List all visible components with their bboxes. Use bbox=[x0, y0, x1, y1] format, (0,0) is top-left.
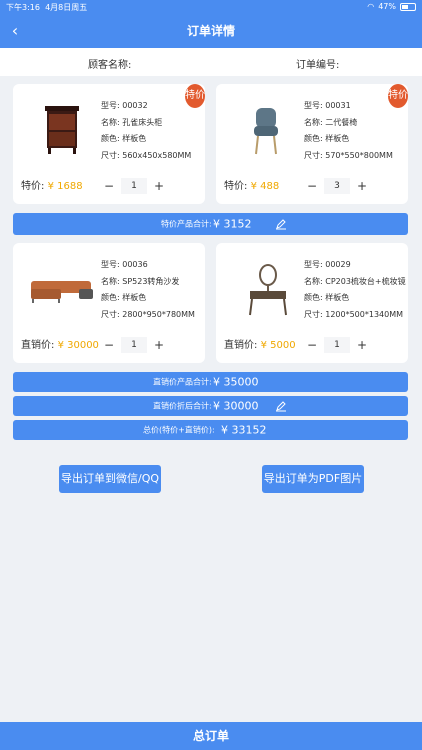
plus-button[interactable]: + bbox=[354, 337, 370, 353]
header: 下午3:16 4月8日周五 ◠ 47% ‹ 订单详情 bbox=[0, 0, 422, 48]
quantity-field[interactable]: 3 bbox=[324, 178, 350, 194]
minus-button[interactable]: − bbox=[304, 337, 320, 353]
battery-percent: 47% bbox=[378, 2, 396, 11]
special-total-bar: 特价产品合计: ¥ 3152 bbox=[13, 213, 408, 235]
plus-button[interactable]: + bbox=[354, 178, 370, 194]
quantity-stepper: − 1 + bbox=[304, 337, 370, 353]
status-bar: 下午3:16 4月8日周五 ◠ 47% bbox=[6, 2, 416, 14]
order-number-label: 订单编号: bbox=[296, 60, 340, 71]
product-price: 特价: ¥ 488 bbox=[224, 181, 280, 192]
product-card: 型号: 00032 名称: 孔雀床头柜 颜色: 样板色 尺寸: 560x450x… bbox=[13, 84, 205, 204]
dressing-table-image bbox=[249, 264, 287, 316]
product-price: 直销价: ¥ 30000 bbox=[21, 340, 99, 351]
quantity-field[interactable]: 1 bbox=[324, 337, 350, 353]
minus-button[interactable]: − bbox=[101, 337, 117, 353]
total-order-button[interactable]: 总订单 bbox=[0, 722, 422, 750]
status-time: 下午3:16 4月8日周五 bbox=[6, 3, 88, 12]
quantity-stepper: − 3 + bbox=[304, 178, 370, 194]
direct-total-bar: 直销价产品合计: ¥ 35000 bbox=[13, 372, 408, 392]
battery-icon bbox=[400, 2, 416, 11]
special-price-badge: 特价 bbox=[185, 84, 205, 108]
discount-total-bar: 直销价折后合计: ¥ 30000 bbox=[13, 396, 408, 416]
page-title: 订单详情 bbox=[186, 24, 235, 38]
product-card: 型号: 00036 名称: SP523转角沙发 颜色: 样板色 尺寸: 2800… bbox=[13, 243, 205, 363]
product-specs: 型号: 00029 名称: CP203梳妆台+梳妆镜 颜色: 样板色 尺寸: 1… bbox=[304, 260, 406, 319]
export-pdf-button[interactable]: 导出订单为PDF图片 bbox=[262, 465, 364, 493]
quantity-stepper: − 1 + bbox=[101, 178, 167, 194]
minus-button[interactable]: − bbox=[101, 178, 117, 194]
plus-button[interactable]: + bbox=[151, 178, 167, 194]
quantity-stepper: − 1 + bbox=[101, 337, 167, 353]
grand-total-bar: 总价(特价+直销价): ¥ 33152 bbox=[13, 420, 408, 440]
plus-button[interactable]: + bbox=[151, 337, 167, 353]
product-price: 特价: ¥ 1688 bbox=[21, 181, 83, 192]
product-price: 直销价: ¥ 5000 bbox=[224, 340, 296, 351]
bedside-cabinet-image bbox=[45, 106, 79, 154]
product-specs: 型号: 00036 名称: SP523转角沙发 颜色: 样板色 尺寸: 2800… bbox=[101, 260, 195, 319]
export-wechat-button[interactable]: 导出订单到微信/QQ bbox=[59, 465, 161, 493]
product-specs: 型号: 00031 名称: 二代餐椅 颜色: 样板色 尺寸: 570*550*8… bbox=[304, 101, 393, 160]
dining-chair-image bbox=[254, 108, 278, 155]
minus-button[interactable]: − bbox=[304, 178, 320, 194]
order-info-bar: 顾客名称: 订单编号: bbox=[0, 48, 422, 76]
product-card: 型号: 00031 名称: 二代餐椅 颜色: 样板色 尺寸: 570*550*8… bbox=[216, 84, 408, 204]
product-specs: 型号: 00032 名称: 孔雀床头柜 颜色: 样板色 尺寸: 560x450x… bbox=[101, 101, 192, 160]
corner-sofa-image bbox=[31, 281, 93, 303]
wifi-icon: ◠ bbox=[367, 2, 375, 11]
product-card: 型号: 00029 名称: CP203梳妆台+梳妆镜 颜色: 样板色 尺寸: 1… bbox=[216, 243, 408, 363]
edit-icon[interactable] bbox=[275, 400, 287, 412]
quantity-field[interactable]: 1 bbox=[121, 337, 147, 353]
customer-name-label: 顾客名称: bbox=[88, 60, 132, 71]
special-price-badge: 特价 bbox=[388, 84, 408, 108]
edit-icon[interactable] bbox=[275, 218, 287, 230]
quantity-field[interactable]: 1 bbox=[121, 178, 147, 194]
